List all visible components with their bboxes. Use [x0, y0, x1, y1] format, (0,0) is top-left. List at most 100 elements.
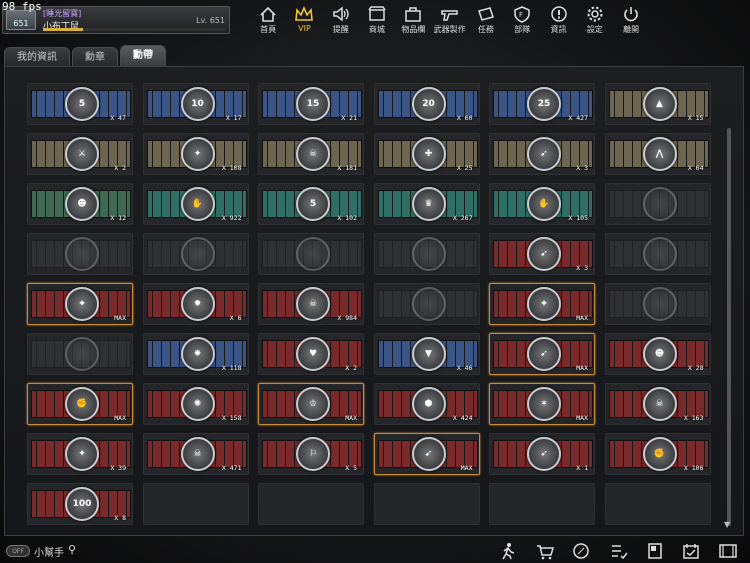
ribbon-slot[interactable]: ⌖ MAX [489, 283, 595, 325]
nav-bag[interactable]: 物品欄 [395, 2, 431, 38]
ribbon-emblem-icon: ➹ [527, 137, 561, 171]
nav-home[interactable]: 首頁 [250, 2, 286, 38]
ribbon-slot[interactable]: ✊ X 106 [604, 433, 711, 475]
nav-label: 部隊 [514, 25, 531, 34]
film-icon[interactable] [718, 542, 738, 560]
ribbon-slot[interactable]: ✶ MAX [489, 383, 595, 425]
ribbon-slot[interactable]: ✚ X 25 [373, 133, 480, 175]
calendar-icon[interactable] [681, 542, 701, 560]
ribbon-count: X 28 [687, 364, 704, 372]
ribbon-slot[interactable]: ☠ X 471 [142, 433, 249, 475]
ribbon-slot[interactable]: ✋ X 922 [142, 183, 249, 225]
svg-text:F: F [519, 11, 523, 19]
ribbon-emblem-icon [65, 337, 99, 371]
ribbon-count: X 984 [337, 314, 357, 322]
ribbon-slot[interactable]: ♛ X 267 [373, 183, 480, 225]
ribbon-count: X 12 [110, 214, 126, 222]
ribbon-slot[interactable]: ▼ X 46 [373, 333, 480, 375]
ribbon-slot[interactable]: ☻ X 28 [604, 333, 711, 375]
ribbon-slot[interactable] [373, 233, 480, 275]
ribbon-slot[interactable] [27, 233, 133, 275]
ribbon-slot[interactable]: ⌖ MAX [27, 283, 133, 325]
ribbon-slot[interactable]: ⚔ X 2 [27, 133, 133, 175]
ribbon-slot[interactable]: ✦ X 108 [142, 133, 249, 175]
ribbon-slot[interactable]: ☠ X 984 [258, 283, 364, 325]
ribbon-count: X 922 [221, 214, 242, 222]
nav-label: 設定 [586, 25, 603, 34]
search-icon[interactable]: ⚲ [68, 543, 84, 557]
home-icon [260, 6, 276, 22]
ribbon-slot[interactable]: ✹ X 6 [142, 283, 249, 325]
ribbon-slot[interactable] [258, 233, 364, 275]
ribbon-slot[interactable]: ☻ X 12 [27, 183, 133, 225]
nav-shield[interactable]: F 部隊 [504, 2, 540, 38]
nav-crown[interactable]: VIP [286, 2, 322, 38]
ribbon-slot[interactable] [373, 283, 480, 325]
ribbon-count: X 46 [456, 364, 473, 372]
ribbon-slot[interactable]: ♔ MAX [258, 383, 364, 425]
ribbon-slot[interactable]: ✋ X 105 [489, 183, 595, 225]
ribbon-slot [604, 483, 711, 525]
ribbon-slot[interactable]: 100 X 8 [27, 483, 133, 525]
ribbon-slot[interactable]: ✦ X 39 [27, 433, 133, 475]
ribbon-slot[interactable] [142, 233, 249, 275]
compass-icon[interactable] [571, 542, 591, 560]
ribbon-count: MAX [114, 414, 126, 422]
nav-power[interactable]: 離開 [613, 2, 649, 38]
ribbon-slot[interactable]: ✊ MAX [27, 383, 133, 425]
tab-1[interactable]: 勳章 [72, 47, 118, 67]
nav-speaker[interactable]: 提醒 [323, 2, 359, 38]
tab-2[interactable]: 勳帶 [120, 45, 166, 67]
cart-icon[interactable] [535, 542, 555, 560]
nav-gear[interactable]: 設定 [577, 2, 613, 38]
nav-gun[interactable]: 武器製作 [431, 2, 467, 38]
ribbon-slot[interactable] [27, 333, 133, 375]
ribbons-panel: 5X 47 10 X 17 15 X 21 20 X 60 25 X 427 ▲ X 15 ⚔ X 2 ✦… [4, 66, 744, 536]
ribbon-slot[interactable]: ⋀ X 64 [604, 133, 711, 175]
ribbon-count: X 5 [345, 464, 357, 472]
ribbon-slot[interactable]: ✺ X 158 [142, 383, 249, 425]
helper-toggle[interactable]: OFF [6, 545, 30, 557]
ribbon-slot[interactable]: ▲ X 15 [604, 83, 711, 125]
ribbon-slot[interactable] [604, 233, 711, 275]
ribbon-emblem-icon: 20 [411, 87, 446, 121]
ribbon-slot[interactable]: ➹ X 3 [489, 233, 595, 275]
ribbon-slot[interactable]: 5 X 102 [258, 183, 364, 225]
nav-shop[interactable]: 商城 [359, 2, 395, 38]
ribbon-slot[interactable] [604, 283, 711, 325]
ribbon-slot[interactable]: ➹ MAX [489, 333, 595, 375]
scroll-down-arrow-icon[interactable]: ▼ [724, 520, 730, 529]
ribbon-emblem-icon: ☠ [296, 287, 330, 321]
ribbon-emblem-icon: ⬢ [411, 387, 446, 421]
bookmark-icon[interactable] [645, 542, 665, 560]
tab-0[interactable]: 我的資訊 [4, 47, 70, 67]
ribbon-count: X 21 [341, 114, 357, 122]
ribbon-slot[interactable]: ☠ X 181 [258, 133, 364, 175]
ribbon-slot[interactable]: ⚐ X 5 [258, 433, 364, 475]
ribbon-slot[interactable]: ➹ X 3 [489, 133, 595, 175]
nav-info[interactable]: 資訊 [540, 2, 576, 38]
ribbon-count: X 3 [576, 164, 588, 172]
ribbon-slot[interactable]: 5 X 47 [27, 83, 133, 125]
ribbon-emblem-icon [411, 287, 446, 321]
ribbon-count: X 105 [568, 214, 588, 222]
runner-icon[interactable] [498, 542, 518, 560]
ribbon-slot[interactable]: ✸ X 118 [142, 333, 249, 375]
ribbon-slot[interactable]: 10 X 17 [142, 83, 249, 125]
ribbon-slot[interactable]: 15 X 21 [258, 83, 364, 125]
nav-ticket[interactable]: 任務 [468, 2, 504, 38]
ribbon-slot[interactable]: ♥ X 2 [258, 333, 364, 375]
ribbon-count: X 471 [221, 464, 242, 472]
ribbon-slot[interactable] [604, 183, 711, 225]
ribbon-slot[interactable]: 25 X 427 [489, 83, 595, 125]
gear-icon [587, 6, 603, 22]
ribbon-slot[interactable]: ⬢ X 424 [373, 383, 480, 425]
ribbon-slot[interactable]: 20 X 60 [373, 83, 480, 125]
scrollbar-thumb[interactable] [727, 128, 731, 526]
checklist-icon[interactable] [609, 542, 629, 560]
ribbon-slot[interactable]: ➹ MAX [373, 433, 480, 475]
ribbon-slot[interactable]: ➶ X 1 [489, 433, 595, 475]
ribbon-slot[interactable]: ☠ X 163 [604, 383, 711, 425]
ribbon-count: MAX [460, 464, 473, 472]
ribbon-emblem-icon: ✊ [642, 437, 677, 471]
